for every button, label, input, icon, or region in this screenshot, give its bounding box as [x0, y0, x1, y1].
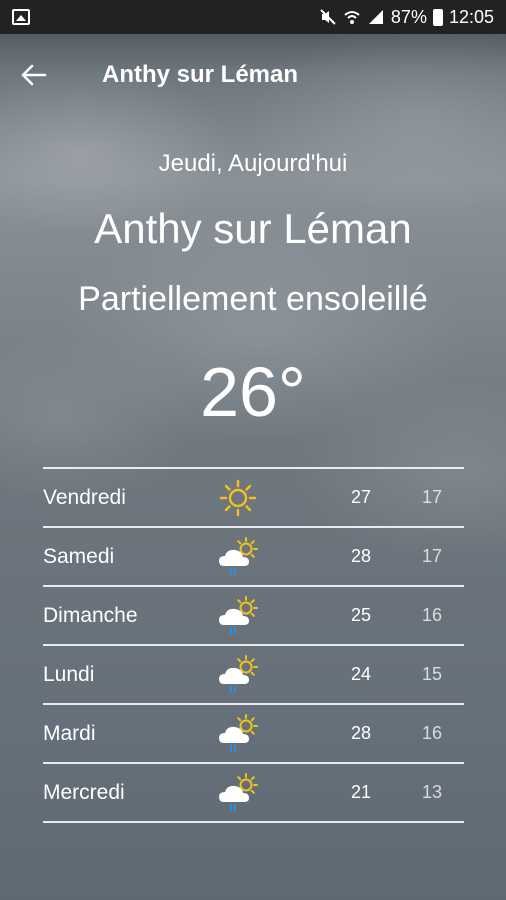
- forecast-day: Samedi: [43, 544, 115, 568]
- forecast-low: 17: [422, 546, 443, 566]
- partly-sunny-rain-icon: [219, 655, 258, 693]
- forecast-low: 17: [422, 487, 443, 507]
- partly-sunny-rain-icon: [219, 596, 258, 634]
- back-button[interactable]: [14, 55, 54, 95]
- forecast-low: 13: [422, 782, 443, 802]
- forecast-row: Lundi 24 15: [43, 644, 464, 703]
- signal-icon: [368, 10, 383, 24]
- battery-percent: 87%: [390, 6, 427, 27]
- forecast-day: Mardi: [43, 721, 96, 745]
- battery-icon: [432, 8, 443, 26]
- wifi-icon: [344, 11, 360, 24]
- app-title: Anthy sur Léman: [102, 61, 299, 88]
- forecast-high: 21: [351, 782, 372, 802]
- weather-condition: Partiellement ensoleillé: [78, 280, 428, 318]
- status-bar: 87% 12:05: [0, 0, 506, 34]
- forecast-row: Mardi 28 16: [43, 703, 464, 762]
- partly-sunny-rain-icon: [219, 537, 258, 575]
- forecast-low: 16: [422, 605, 443, 625]
- forecast-row: Vendredi 27 17: [43, 467, 464, 526]
- forecast-high: 28: [351, 546, 372, 566]
- partly-sunny-rain-icon: [219, 714, 258, 752]
- sun-icon: [219, 479, 257, 517]
- clock: 12:05: [448, 6, 494, 27]
- forecast-high: 24: [351, 664, 372, 684]
- forecast-row: Samedi 28 17: [43, 526, 464, 585]
- forecast-high: 25: [351, 605, 372, 625]
- app-bar: Anthy sur Léman: [0, 34, 506, 116]
- forecast-list: Vendredi 27 17 Samedi 28 17 Dimanche 25 …: [43, 467, 464, 823]
- forecast-row: Dimanche 25 16: [43, 585, 464, 644]
- forecast-low: 15: [422, 664, 443, 684]
- forecast-day: Vendredi: [43, 485, 126, 509]
- current-date: Jeudi, Aujourd'hui: [158, 150, 348, 177]
- mute-icon: [320, 9, 336, 25]
- forecast-high: 27: [351, 487, 372, 507]
- forecast-day: Lundi: [43, 662, 95, 686]
- city-name: Anthy sur Léman: [94, 205, 412, 252]
- forecast-day: Dimanche: [43, 603, 138, 627]
- forecast-row: Mercredi 21 13: [43, 762, 464, 823]
- current-temperature: 26°: [200, 353, 306, 431]
- forecast-low: 16: [422, 723, 443, 743]
- forecast-day: Mercredi: [43, 780, 125, 804]
- forecast-high: 28: [351, 723, 372, 743]
- partly-sunny-rain-icon: [219, 773, 258, 811]
- gallery-notification-icon: [12, 9, 30, 25]
- arrow-left-icon: [21, 64, 47, 86]
